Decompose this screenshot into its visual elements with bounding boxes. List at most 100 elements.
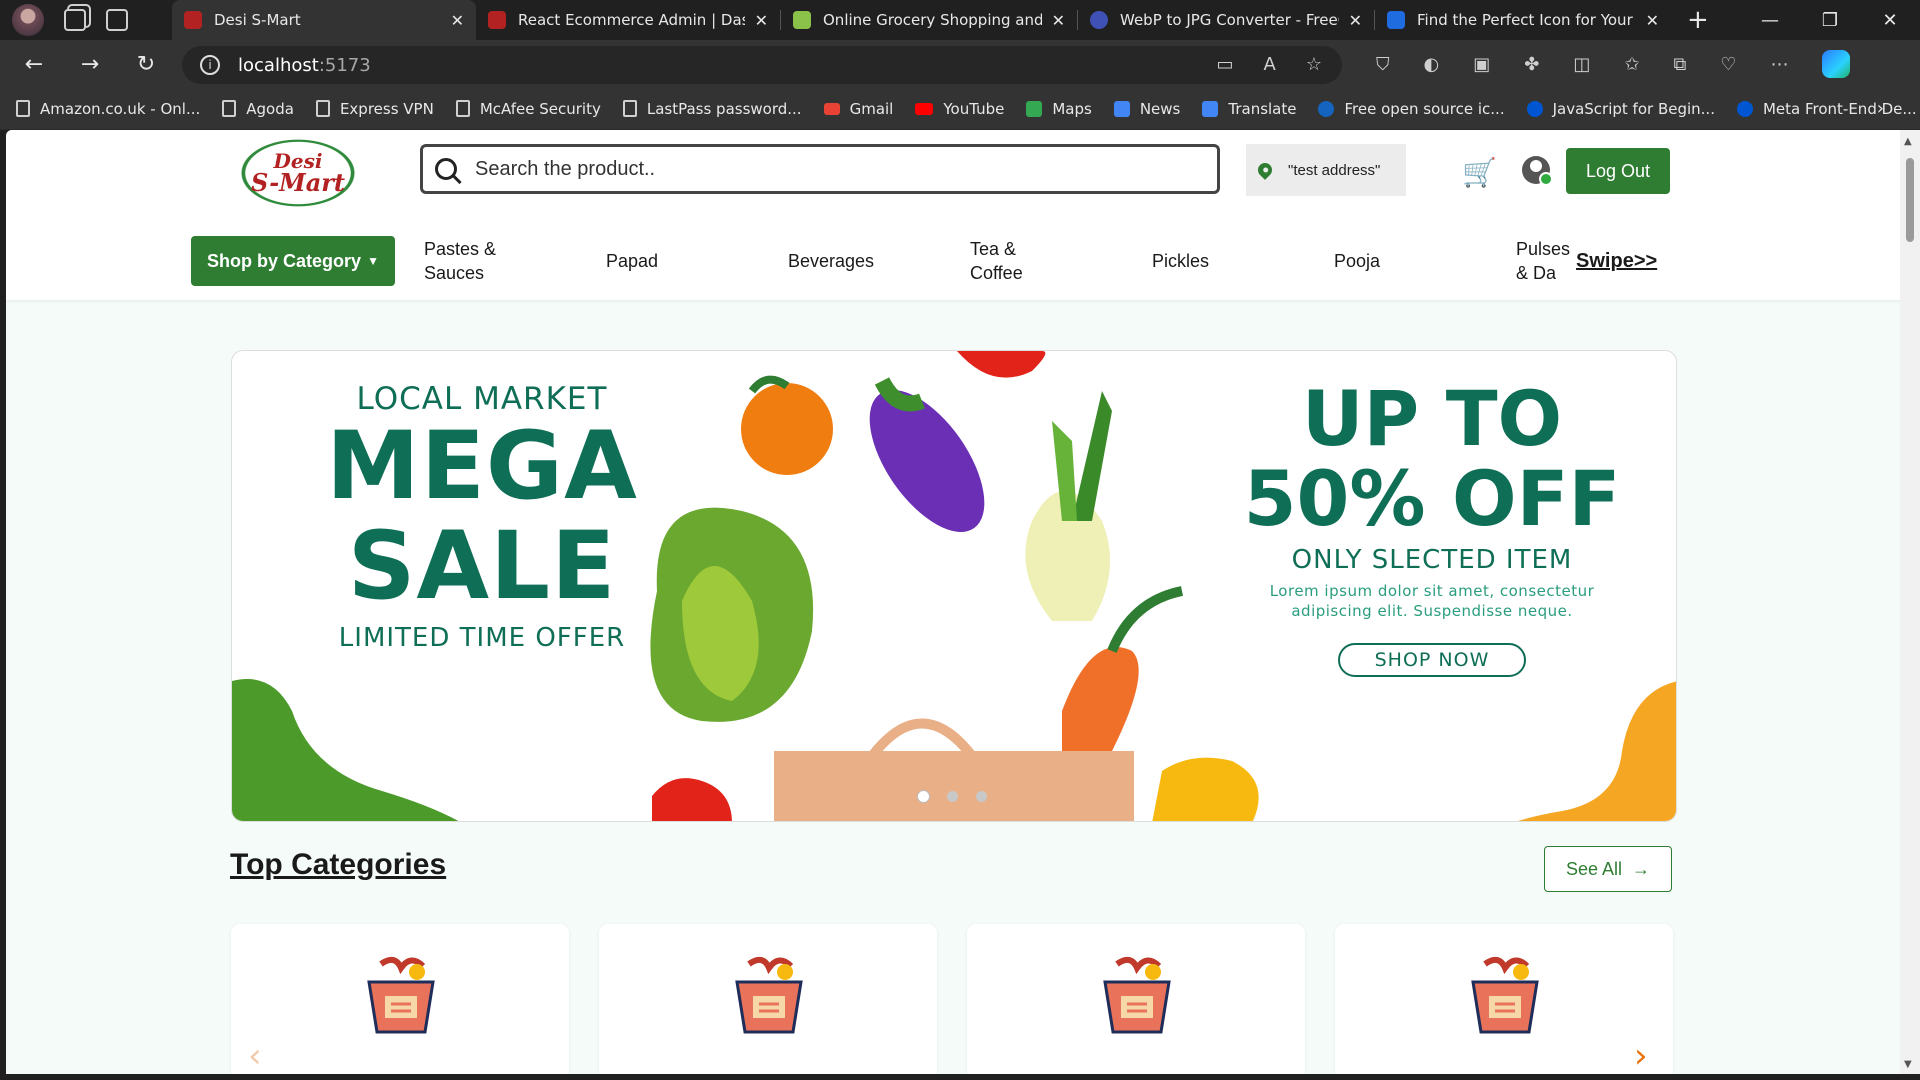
bookmark-item[interactable]: JavaScript for Begin... (1526, 99, 1715, 118)
bookmark-item[interactable]: Meta Front-End De... (1736, 100, 1917, 118)
browser-essentials-icon[interactable]: ♡ (1720, 54, 1736, 75)
banner-up-to: UP TO (1301, 374, 1563, 463)
bookmark-label: Agoda (246, 99, 294, 118)
bookmark-item[interactable]: McAfee Security (455, 100, 601, 118)
read-aloud-icon[interactable]: A (1264, 54, 1276, 75)
color-picker-icon[interactable]: ◐ (1424, 54, 1440, 75)
refresh-icon[interactable]: ↻ (124, 52, 168, 77)
category-card[interactable] (967, 924, 1305, 1074)
scroll-thumb[interactable] (1906, 158, 1914, 242)
close-tab-icon[interactable]: ✕ (451, 11, 464, 30)
page-scrollbar[interactable]: ▲ ▼ (1900, 130, 1920, 1074)
favorite-star-icon[interactable]: ☆ (1306, 54, 1322, 75)
bookmark-item[interactable]: Maps (1026, 100, 1092, 118)
extensions-toolbar: ⛉ ◐ ▣ ✤ ◫ ✩ ⧉ ♡ ⋯ (1376, 50, 1851, 78)
bookmark-label: YouTube (943, 99, 1005, 118)
bookmark-item[interactable]: Agoda (222, 100, 294, 118)
close-tab-icon[interactable]: ✕ (1646, 11, 1659, 30)
logout-button[interactable]: Log Out (1566, 148, 1670, 194)
bookmark-label: JavaScript for Begin... (1552, 99, 1715, 118)
swipe-link[interactable]: Swipe>> (1576, 249, 1657, 273)
bookmark-item[interactable]: Free open source ic... (1318, 100, 1505, 118)
profile-avatar[interactable] (12, 4, 44, 36)
site-logo[interactable]: Desi S-Mart (232, 134, 364, 212)
chevron-right-icon[interactable]: › (1877, 98, 1884, 119)
carousel-dot[interactable] (976, 791, 987, 802)
see-all-button[interactable]: See All → (1544, 846, 1672, 892)
youtube-icon (915, 102, 934, 115)
hero-banner[interactable]: LOCAL MARKET MEGA SALE LIMITED TIME OFFE… (231, 350, 1677, 822)
tab-react-admin[interactable]: React Ecommerce Admin | Dashb ✕ (476, 0, 780, 40)
close-tab-icon[interactable]: ✕ (1052, 11, 1065, 30)
delivery-address[interactable]: "test address" (1246, 144, 1406, 196)
category-card[interactable] (599, 924, 937, 1074)
extensions-icon[interactable]: ✤ (1524, 54, 1539, 75)
bookmark-item[interactable]: LastPass password... (622, 99, 802, 118)
shop-by-category-label: Shop by Category (207, 250, 362, 271)
shop-now-button[interactable]: SHOP NOW (1338, 643, 1526, 677)
category-link[interactable]: Tea & Coffee (970, 236, 1023, 286)
category-link[interactable]: Pooja (1334, 236, 1380, 286)
close-window-icon[interactable]: ✕ (1860, 10, 1920, 31)
category-link[interactable]: Papad (606, 236, 658, 286)
cart-icon[interactable]: 🛒 (1462, 156, 1497, 189)
minimize-icon[interactable]: — (1740, 10, 1800, 31)
search-icon[interactable] (435, 158, 457, 180)
bookmark-item[interactable]: News (1113, 99, 1181, 118)
grocery-basket-icon (1103, 956, 1171, 1034)
category-link[interactable]: Pastes & Sauces (424, 236, 514, 286)
arrow-right-icon: → (1632, 858, 1651, 879)
category-card[interactable] (231, 924, 569, 1074)
banner-only-selected: ONLY SLECTED ITEM (1291, 545, 1573, 575)
carousel-prev-icon[interactable]: ‹ (248, 1036, 262, 1074)
tab-bar-left (0, 4, 172, 36)
search-input[interactable] (475, 157, 1175, 181)
payment-icon[interactable]: ▭ (1217, 54, 1234, 75)
bookmark-item[interactable]: Translate (1202, 100, 1296, 118)
location-pin-icon (1255, 160, 1275, 180)
window-controls: — ❐ ✕ (1740, 0, 1920, 40)
page-icon (16, 100, 30, 117)
new-tab-icon[interactable]: + (1687, 5, 1709, 35)
shop-by-category-button[interactable]: Shop by Category ▼ (191, 236, 395, 286)
bitwarden-icon[interactable]: ▣ (1473, 54, 1490, 75)
tab-actions-icon[interactable] (106, 9, 128, 31)
user-account-icon[interactable] (1522, 156, 1553, 186)
close-tab-icon[interactable]: ✕ (1349, 11, 1362, 30)
tab-desi-smart[interactable]: Desi S-Mart ✕ (172, 0, 476, 40)
tab-grocery[interactable]: Online Grocery Shopping and Or ✕ (781, 0, 1077, 40)
bookmark-item[interactable]: Gmail (823, 100, 893, 118)
collections-icon[interactable]: ⧉ (1673, 54, 1686, 75)
bookmark-label: Express VPN (339, 99, 434, 118)
copilot-icon[interactable] (1822, 50, 1851, 78)
favorites-icon[interactable]: ✩ (1624, 54, 1639, 75)
tab-title: React Ecommerce Admin | Dashb (518, 11, 745, 29)
bookmark-item[interactable]: YouTube (915, 100, 1004, 118)
url-field[interactable]: i localhost:5173 ▭ A ☆ (182, 46, 1342, 84)
category-link[interactable]: Pickles (1152, 236, 1209, 286)
shield-icon[interactable]: ⛉ (1376, 54, 1390, 75)
scroll-down-icon[interactable]: ▼ (1904, 1059, 1912, 1070)
carousel-dot[interactable] (947, 791, 958, 802)
bookmark-label: LastPass password... (646, 99, 802, 118)
close-tab-icon[interactable]: ✕ (755, 11, 768, 30)
carousel-next-icon[interactable]: › (1634, 1036, 1648, 1074)
site-info-icon[interactable]: i (200, 55, 220, 75)
top-categories-title: Top Categories (230, 848, 447, 881)
restore-icon[interactable]: ❐ (1800, 10, 1860, 31)
category-link[interactable]: Beverages (788, 236, 874, 286)
back-icon[interactable]: ← (12, 52, 56, 77)
tab-webp-converter[interactable]: WebP to JPG Converter - FreeCo ✕ (1078, 0, 1374, 40)
category-card[interactable] (1335, 924, 1673, 1074)
split-screen-icon[interactable]: ◫ (1573, 54, 1590, 75)
forward-icon[interactable]: → (68, 52, 112, 77)
bookmark-item[interactable]: Express VPN (315, 99, 434, 118)
bookmark-item[interactable]: Amazon.co.uk - Onl... (16, 100, 200, 118)
workspaces-icon[interactable] (64, 9, 86, 31)
scroll-up-icon[interactable]: ▲ (1904, 136, 1912, 147)
carousel-dot[interactable] (918, 791, 929, 802)
category-link[interactable]: Pulses & Da (1516, 237, 1570, 285)
tab-find-icon[interactable]: Find the Perfect Icon for Your Pr ✕ (1375, 0, 1671, 40)
bookmark-label: News (1139, 99, 1181, 118)
more-menu-icon[interactable]: ⋯ (1770, 54, 1788, 75)
